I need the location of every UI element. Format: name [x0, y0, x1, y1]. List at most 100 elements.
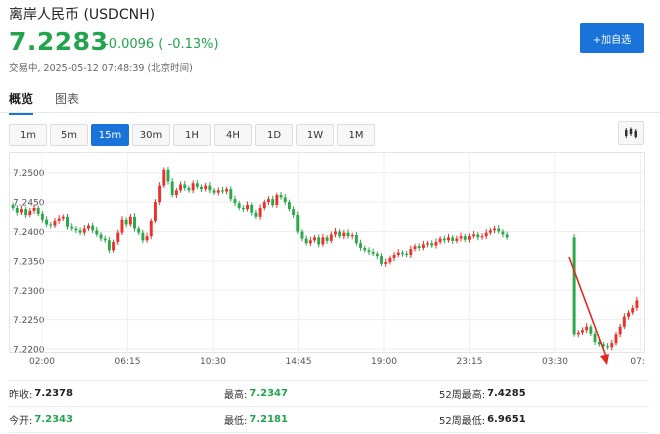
candle-body [275, 195, 279, 206]
candle-body [162, 169, 166, 186]
candle-body [107, 240, 111, 251]
candle-body [208, 185, 212, 191]
candle-body [610, 343, 614, 348]
candle-body [392, 255, 396, 258]
x-tick-label: 02:00 [29, 357, 55, 367]
candle-body [53, 220, 57, 226]
candle-body [308, 240, 312, 244]
prev-close-value: 7.2378 [34, 388, 73, 399]
candle-body [367, 250, 371, 253]
candle-body [45, 219, 49, 225]
candle-body [618, 326, 622, 335]
candle-body [212, 190, 216, 193]
candle-body [153, 202, 157, 221]
candle-body [409, 249, 413, 255]
candle-body [426, 243, 430, 245]
y-tick-label: 7.2300 [13, 287, 45, 297]
candle-body [350, 235, 354, 237]
candle-body [99, 234, 103, 239]
candle-body [417, 246, 421, 248]
candle-body [124, 219, 128, 225]
candle-body [195, 183, 199, 187]
candle-body [233, 199, 237, 204]
candle-body [174, 190, 178, 196]
candle-body [627, 312, 630, 317]
candle-body [363, 247, 367, 251]
candle-body [631, 307, 635, 313]
candle-body [28, 210, 32, 216]
candle-body [606, 346, 610, 348]
candle-body [36, 207, 40, 214]
candle-body [229, 189, 233, 200]
candlestick-chart[interactable]: 7.25007.24507.24007.23507.23007.22507.22… [9, 152, 645, 372]
period-4h[interactable]: 4H [214, 124, 252, 146]
candle-body [95, 230, 99, 235]
period-1m[interactable]: 1m [9, 124, 47, 146]
chart-type-button[interactable] [618, 121, 644, 145]
candle-body [375, 253, 379, 257]
candle-body [434, 242, 438, 246]
candle-body [166, 169, 170, 182]
period-30m[interactable]: 30m [132, 124, 170, 146]
candle-body [204, 185, 208, 190]
candle-body [158, 185, 162, 203]
x-tick-label: 10:30 [200, 357, 226, 367]
period-1mo[interactable]: 1M [337, 124, 375, 146]
week52-high-value: 7.4285 [487, 388, 526, 399]
candle-body [225, 189, 229, 192]
candle-body [32, 207, 36, 211]
annotation-arrow-head [600, 354, 609, 365]
candle-body [338, 231, 342, 237]
candle-body [183, 184, 187, 188]
candle-body [246, 205, 250, 210]
x-tick-label: 14:45 [286, 357, 312, 367]
candle-body [103, 238, 107, 241]
candle-body [405, 253, 409, 255]
candle-body [149, 220, 153, 237]
y-tick-label: 7.2400 [13, 228, 45, 238]
y-tick-label: 7.2200 [13, 346, 45, 356]
high-label: 最高: [224, 390, 248, 401]
candle-body [78, 230, 82, 233]
period-5m[interactable]: 5m [50, 124, 88, 146]
period-1w[interactable]: 1W [296, 124, 334, 146]
candle-body [317, 237, 321, 245]
stats-row: 今开: 7.2343 最低: 7.2181 52周最低: 6.9651 [9, 407, 649, 433]
stats-row: 昨收: 7.2378 最高: 7.2347 52周最高: 7.4285 [9, 380, 649, 407]
candle-body [325, 237, 329, 241]
candle-body [216, 190, 220, 193]
candle-body [476, 234, 480, 238]
candle-body [57, 218, 61, 221]
candle-body [66, 216, 69, 227]
candle-body [279, 195, 283, 198]
candle-body [384, 262, 388, 264]
candle-body [74, 228, 78, 231]
candle-body [304, 238, 308, 244]
add-watchlist-button[interactable]: +加自选 [580, 23, 644, 53]
candle-body [346, 232, 350, 237]
candle-body [459, 236, 463, 239]
candle-body [593, 333, 597, 343]
y-tick-label: 7.2350 [13, 257, 45, 267]
prev-close-label: 昨收: [9, 390, 33, 401]
period-1d[interactable]: 1D [255, 124, 293, 146]
candle-body [321, 237, 325, 245]
candle-body [61, 216, 65, 219]
stats-table: 昨收: 7.2378 最高: 7.2347 52周最高: 7.4285 今开: 7.23… [9, 380, 649, 433]
week52-low-value: 6.9651 [487, 414, 526, 425]
tabs-divider [0, 112, 660, 113]
candle-body [451, 237, 455, 241]
week52-low-label: 52周最低: [439, 416, 486, 427]
candle-body [141, 232, 145, 241]
candle-body [15, 207, 19, 213]
period-1h[interactable]: 1H [173, 124, 211, 146]
candle-body [267, 199, 270, 203]
open-value: 7.2343 [34, 414, 73, 425]
candle-body [589, 326, 593, 334]
period-15m[interactable]: 15m [91, 124, 129, 146]
candle-body [635, 300, 639, 308]
candle-body [292, 209, 296, 216]
candle-body [128, 216, 132, 225]
current-price: 7.2283 [9, 27, 109, 56]
candle-body [354, 235, 358, 244]
